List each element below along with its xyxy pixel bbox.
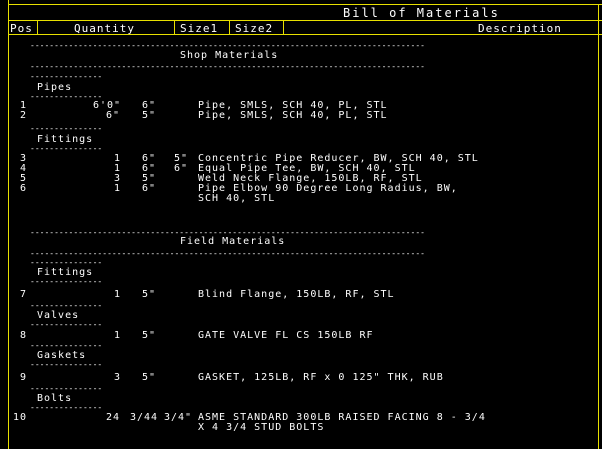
- row-size1: 6": [142, 183, 157, 194]
- category-fittings: Fittings: [37, 134, 94, 145]
- category-rule: ------------------: [30, 259, 102, 267]
- section-shop-materials: Shop Materials: [180, 50, 279, 61]
- row-pos: 6: [20, 183, 28, 194]
- row-size1: 5": [142, 289, 157, 300]
- col-divider-size2: [283, 20, 284, 35]
- category-rule: ------------------: [30, 385, 102, 393]
- row-qty: 1: [114, 289, 122, 300]
- col-divider-pos: [37, 20, 38, 35]
- category-rule: ------------------: [30, 302, 102, 310]
- row-description: GASKET, 125LB, RF x 0 125" THK, RUB: [198, 372, 444, 383]
- row-size1: 5": [142, 372, 157, 383]
- row-pos: 8: [20, 330, 28, 341]
- category-pipes: Pipes: [37, 82, 73, 93]
- row-size1: 5": [142, 110, 157, 121]
- row-size1: 5": [142, 330, 157, 341]
- row-size2: 6": [174, 163, 189, 174]
- row-description: Blind Flange, 150LB, RF, STL: [198, 289, 395, 300]
- row-description: GATE VALVE FL CS 150LB RF: [198, 330, 374, 341]
- category-rule: ------------------: [30, 361, 102, 369]
- category-rule: ------------------: [30, 73, 102, 81]
- category-rule: ------------------: [30, 93, 102, 101]
- category-rule: ------------------: [30, 278, 102, 286]
- header-mid-border: [8, 20, 602, 21]
- header-top-border: [8, 4, 602, 5]
- row-description: Pipe, SMLS, SCH 40, PL, STL: [198, 110, 388, 121]
- row-size1: 3/44: [130, 412, 159, 423]
- row-description-cont: X 4 3/4 STUD BOLTS: [198, 422, 325, 433]
- category-fittings: Fittings: [37, 267, 94, 278]
- row-pos: 7: [20, 289, 28, 300]
- category-bolts: Bolts: [37, 393, 73, 404]
- row-qty: 1: [114, 183, 122, 194]
- row-pos: 10: [13, 412, 28, 423]
- separator-line: ----------------------------------------…: [30, 250, 425, 258]
- separator-line: ----------------------------------------…: [30, 42, 425, 50]
- row-qty: 1: [114, 330, 122, 341]
- header-size2: Size2: [235, 22, 274, 35]
- header-quantity: Quantity: [74, 22, 135, 35]
- page-title: Bill of Materials: [343, 6, 500, 20]
- col-divider-qty: [174, 20, 175, 35]
- category-rule: ------------------: [30, 145, 102, 153]
- category-rule: ------------------: [30, 125, 102, 133]
- right-border: [598, 4, 599, 449]
- category-gaskets: Gaskets: [37, 350, 87, 361]
- col-divider-size1: [229, 20, 230, 35]
- header-description: Description: [478, 22, 562, 35]
- row-qty: 3: [114, 372, 122, 383]
- header-size1: Size1: [180, 22, 219, 35]
- header-pos: Pos: [10, 22, 33, 35]
- row-qty: 24: [106, 412, 121, 423]
- row-description-cont: SCH 40, STL: [198, 193, 276, 204]
- row-size2: 3/4": [164, 412, 193, 423]
- row-pos: 2: [20, 110, 28, 121]
- separator-line: ----------------------------------------…: [30, 63, 425, 71]
- category-rule: ------------------: [30, 342, 102, 350]
- category-rule: ------------------: [30, 404, 102, 412]
- section-field-materials: Field Materials: [180, 236, 286, 247]
- row-qty: 6": [106, 110, 121, 121]
- category-rule: ------------------: [30, 321, 102, 329]
- category-valves: Valves: [37, 310, 80, 321]
- row-pos: 9: [20, 372, 28, 383]
